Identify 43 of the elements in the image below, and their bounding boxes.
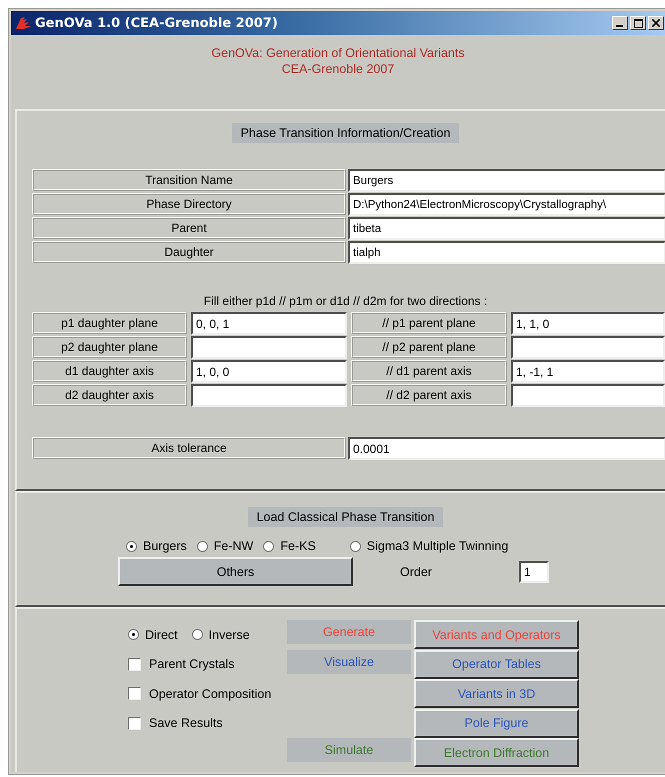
app-heading: GenOVa: Generation of Orientational Variants xyxy=(211,45,465,61)
field-label: Daughter xyxy=(32,241,346,263)
hint-text: Fill either p1d // p1m or d1d // d2m for two directions : xyxy=(204,294,488,308)
checkbox-option[interactable]: Parent Crystals xyxy=(128,657,234,672)
field-label: p2 daughter plane xyxy=(32,336,187,358)
checkbox-option[interactable]: Operator Composition xyxy=(128,686,272,701)
field-label: Axis tolerance xyxy=(32,437,346,459)
action-label: Simulate xyxy=(287,738,411,762)
field-label: Transition Name xyxy=(32,169,346,191)
radio-option[interactable]: Burgers xyxy=(126,539,187,553)
order-label: Order xyxy=(400,564,432,578)
text-field[interactable]: tibeta xyxy=(348,217,665,240)
radio-option[interactable]: Direct xyxy=(128,628,178,642)
radio-option[interactable]: Fe-KS xyxy=(263,539,316,553)
action-label: Generate xyxy=(287,620,411,644)
field-label: Parent xyxy=(32,217,346,239)
text-field[interactable]: 1, -1, 1 xyxy=(511,360,665,383)
radio-option[interactable]: Fe-NW xyxy=(196,539,254,553)
field-label: Phase Directory xyxy=(32,193,346,215)
section-heading: Load Classical Phase Transition xyxy=(248,507,444,527)
app-subheading: CEA-Grenoble 2007 xyxy=(282,61,394,77)
field-label: // p2 parent plane xyxy=(351,336,507,358)
text-field[interactable]: D:\Python24\ElectronMicroscopy\Crystallography\ xyxy=(348,193,665,216)
text-field[interactable]: tialph xyxy=(348,241,665,264)
field-label: p1 daughter plane xyxy=(32,312,187,334)
text-field[interactable]: Burgers xyxy=(348,169,665,192)
text-field[interactable]: 1, 0, 0 xyxy=(191,360,347,383)
radio-option[interactable]: Inverse xyxy=(192,628,250,642)
action-label: Visualize xyxy=(287,650,411,674)
order-field[interactable]: 1 xyxy=(518,560,549,582)
section-heading: Phase Transition Information/Creation xyxy=(232,123,460,143)
checkbox-option[interactable]: Save Results xyxy=(128,716,223,730)
others-button[interactable]: Others xyxy=(118,557,353,586)
field-label: d1 daughter axis xyxy=(32,360,187,382)
field-label: // d2 parent axis xyxy=(351,384,507,406)
field-label: // d1 parent axis xyxy=(351,360,507,382)
field-label: d2 daughter axis xyxy=(32,384,187,406)
radio-option[interactable]: Sigma3 Multiple Twinning xyxy=(350,539,508,553)
text-field[interactable]: 0, 0, 1 xyxy=(191,312,347,335)
text-field[interactable]: 0.0001 xyxy=(348,437,665,460)
field-label: // p1 parent plane xyxy=(351,312,507,334)
window-title: GenOVa 1.0 (CEA-Grenoble 2007) xyxy=(35,16,279,30)
text-field[interactable]: 1, 1, 0 xyxy=(511,312,665,335)
